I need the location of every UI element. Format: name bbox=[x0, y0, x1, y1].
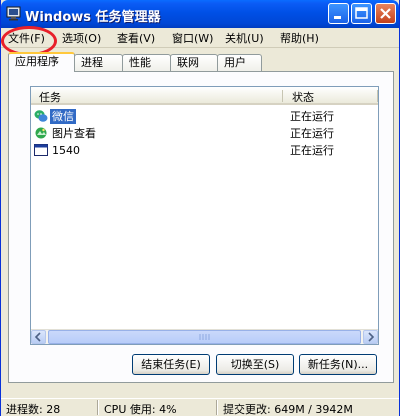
tab-networking[interactable]: 联网 bbox=[170, 54, 218, 71]
menu-bar: 文件(F) 选项(O) 查看(V) 窗口(W) 关机(U) 帮助(H) bbox=[1, 28, 399, 48]
title-bar[interactable]: Windows 任务管理器 bbox=[1, 0, 399, 28]
menu-window[interactable]: 窗口(W) bbox=[172, 30, 213, 46]
tab-performance[interactable]: 性能 bbox=[122, 54, 171, 71]
task-manager-window: Windows 任务管理器 文件(F) 选项(O) 查看(V) 窗口(W) 关机… bbox=[0, 0, 400, 416]
chevron-left-icon bbox=[34, 332, 41, 342]
column-header-task[interactable]: 任务 bbox=[39, 89, 61, 105]
close-button[interactable] bbox=[375, 3, 396, 24]
end-task-button[interactable]: 结束任务(E) bbox=[132, 354, 210, 375]
task-name: 微信 bbox=[50, 109, 76, 124]
column-divider[interactable] bbox=[282, 90, 283, 102]
task-status: 正在运行 bbox=[290, 127, 334, 140]
tab-users[interactable]: 用户 bbox=[217, 54, 262, 71]
process-count: 进程数: 28 bbox=[6, 403, 61, 416]
scroll-right-button[interactable] bbox=[363, 330, 378, 344]
task-name: 1540 bbox=[52, 144, 80, 157]
minimize-button[interactable] bbox=[328, 3, 349, 24]
task-list[interactable]: 任务 状态 微信 正在运行 图片查看 正在运行 1540 正在运行 bbox=[30, 86, 379, 345]
maximize-icon bbox=[355, 7, 368, 19]
horizontal-scrollbar[interactable] bbox=[31, 329, 378, 344]
list-header: 任务 状态 bbox=[31, 87, 378, 105]
task-status: 正在运行 bbox=[290, 144, 334, 157]
menu-file[interactable]: 文件(F) bbox=[8, 30, 45, 46]
tab-applications[interactable]: 应用程序 bbox=[8, 52, 75, 72]
table-row[interactable]: 1540 正在运行 bbox=[31, 142, 378, 159]
wechat-icon bbox=[34, 110, 48, 122]
status-divider bbox=[97, 400, 99, 415]
scroll-left-button[interactable] bbox=[31, 330, 46, 344]
menu-shutdown[interactable]: 关机(U) bbox=[225, 30, 264, 46]
cpu-usage: CPU 使用: 4% bbox=[104, 403, 177, 416]
image-viewer-icon bbox=[35, 127, 47, 139]
new-task-button[interactable]: 新任务(N)... bbox=[299, 354, 377, 375]
task-status: 正在运行 bbox=[290, 110, 334, 123]
menu-view[interactable]: 查看(V) bbox=[117, 30, 155, 46]
status-bar: 进程数: 28 CPU 使用: 4% 提交更改: 649M / 3942M bbox=[1, 398, 399, 416]
window-icon bbox=[34, 144, 48, 156]
table-row[interactable]: 图片查看 正在运行 bbox=[31, 125, 378, 142]
task-name: 图片查看 bbox=[52, 127, 96, 140]
tab-processes[interactable]: 进程 bbox=[74, 54, 123, 71]
table-row[interactable]: 微信 正在运行 bbox=[31, 108, 378, 125]
minimize-icon bbox=[334, 16, 341, 19]
scroll-thumb[interactable] bbox=[48, 330, 361, 344]
grip-icon bbox=[199, 334, 210, 340]
column-divider[interactable] bbox=[377, 90, 378, 102]
menu-help[interactable]: 帮助(H) bbox=[280, 30, 319, 46]
column-header-status[interactable]: 状态 bbox=[292, 89, 314, 105]
menu-options[interactable]: 选项(O) bbox=[62, 30, 101, 46]
maximize-button[interactable] bbox=[351, 3, 372, 24]
status-divider bbox=[216, 400, 218, 415]
close-icon bbox=[380, 8, 391, 19]
task-manager-icon bbox=[6, 6, 21, 21]
switch-to-button[interactable]: 切换至(S) bbox=[216, 354, 294, 375]
commit-charge: 提交更改: 649M / 3942M bbox=[223, 403, 353, 416]
chevron-right-icon bbox=[368, 332, 375, 342]
tab-strip: 应用程序 进程 性能 联网 用户 bbox=[8, 52, 394, 72]
window-title: Windows 任务管理器 bbox=[25, 10, 161, 25]
